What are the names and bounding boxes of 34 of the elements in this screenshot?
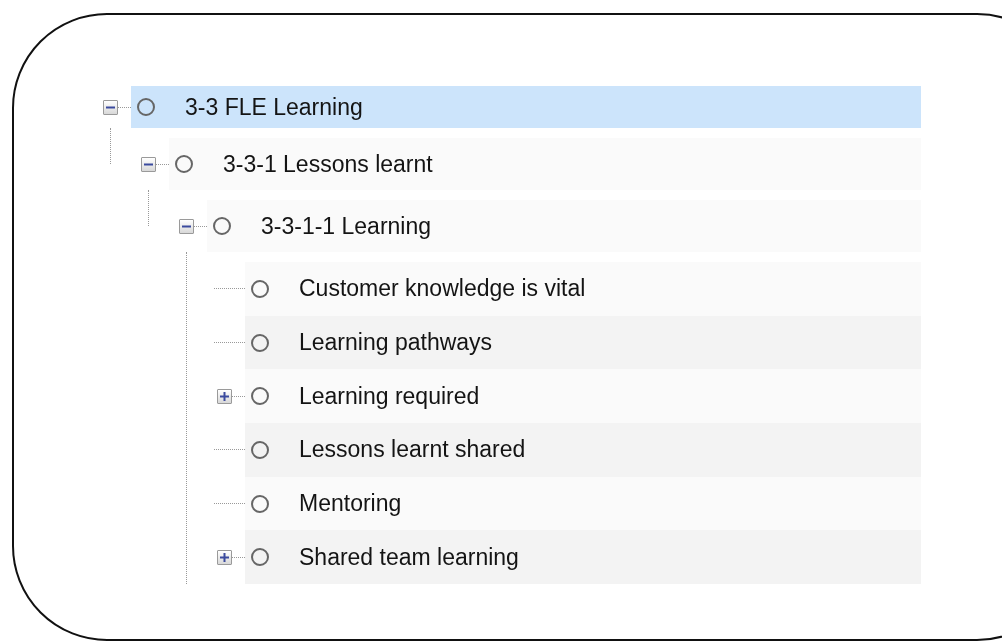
collapse-button[interactable]	[141, 156, 156, 172]
circle-icon	[251, 494, 269, 513]
circle-icon	[251, 333, 269, 352]
expand-button[interactable]	[217, 549, 232, 565]
tree-row[interactable]: Customer knowledge is vital	[245, 262, 921, 316]
node-label: Learning required	[299, 382, 480, 410]
tree-row[interactable]: Shared team learning	[245, 530, 921, 585]
tree-row[interactable]: Learning pathways	[245, 315, 921, 370]
node-label: 3-3-1-1 Learning	[261, 212, 432, 240]
tree-row[interactable]: 3-3-1 Lessons learnt	[169, 138, 921, 190]
circle-icon	[251, 279, 269, 298]
tree-row[interactable]: Lessons learnt shared	[245, 423, 921, 477]
collapse-button[interactable]	[179, 218, 194, 234]
node-label: 3-3-1 Lessons learnt	[223, 150, 433, 178]
tree-row[interactable]: Mentoring	[245, 476, 921, 531]
circle-icon	[213, 217, 231, 235]
node-label: Shared team learning	[299, 543, 519, 571]
circle-icon	[175, 155, 193, 173]
node-label: 3-3 FLE Learning	[185, 93, 363, 121]
node-label: Learning pathways	[299, 329, 493, 357]
circle-icon	[251, 387, 269, 406]
collapse-button[interactable]	[103, 99, 118, 115]
tree-row[interactable]: Learning required	[245, 369, 921, 424]
tree-row[interactable]: 3-3 FLE Learning	[131, 86, 921, 128]
plus-icon	[220, 552, 229, 562]
circle-icon	[251, 548, 269, 567]
circle-icon	[137, 98, 155, 116]
expand-button[interactable]	[217, 388, 232, 404]
node-label: Lessons learnt shared	[299, 436, 526, 464]
tree-row[interactable]: 3-3-1-1 Learning	[207, 200, 921, 252]
circle-icon	[251, 440, 269, 459]
node-label: Customer knowledge is vital	[299, 275, 586, 303]
plus-icon	[220, 391, 229, 401]
node-label: Mentoring	[299, 490, 402, 518]
